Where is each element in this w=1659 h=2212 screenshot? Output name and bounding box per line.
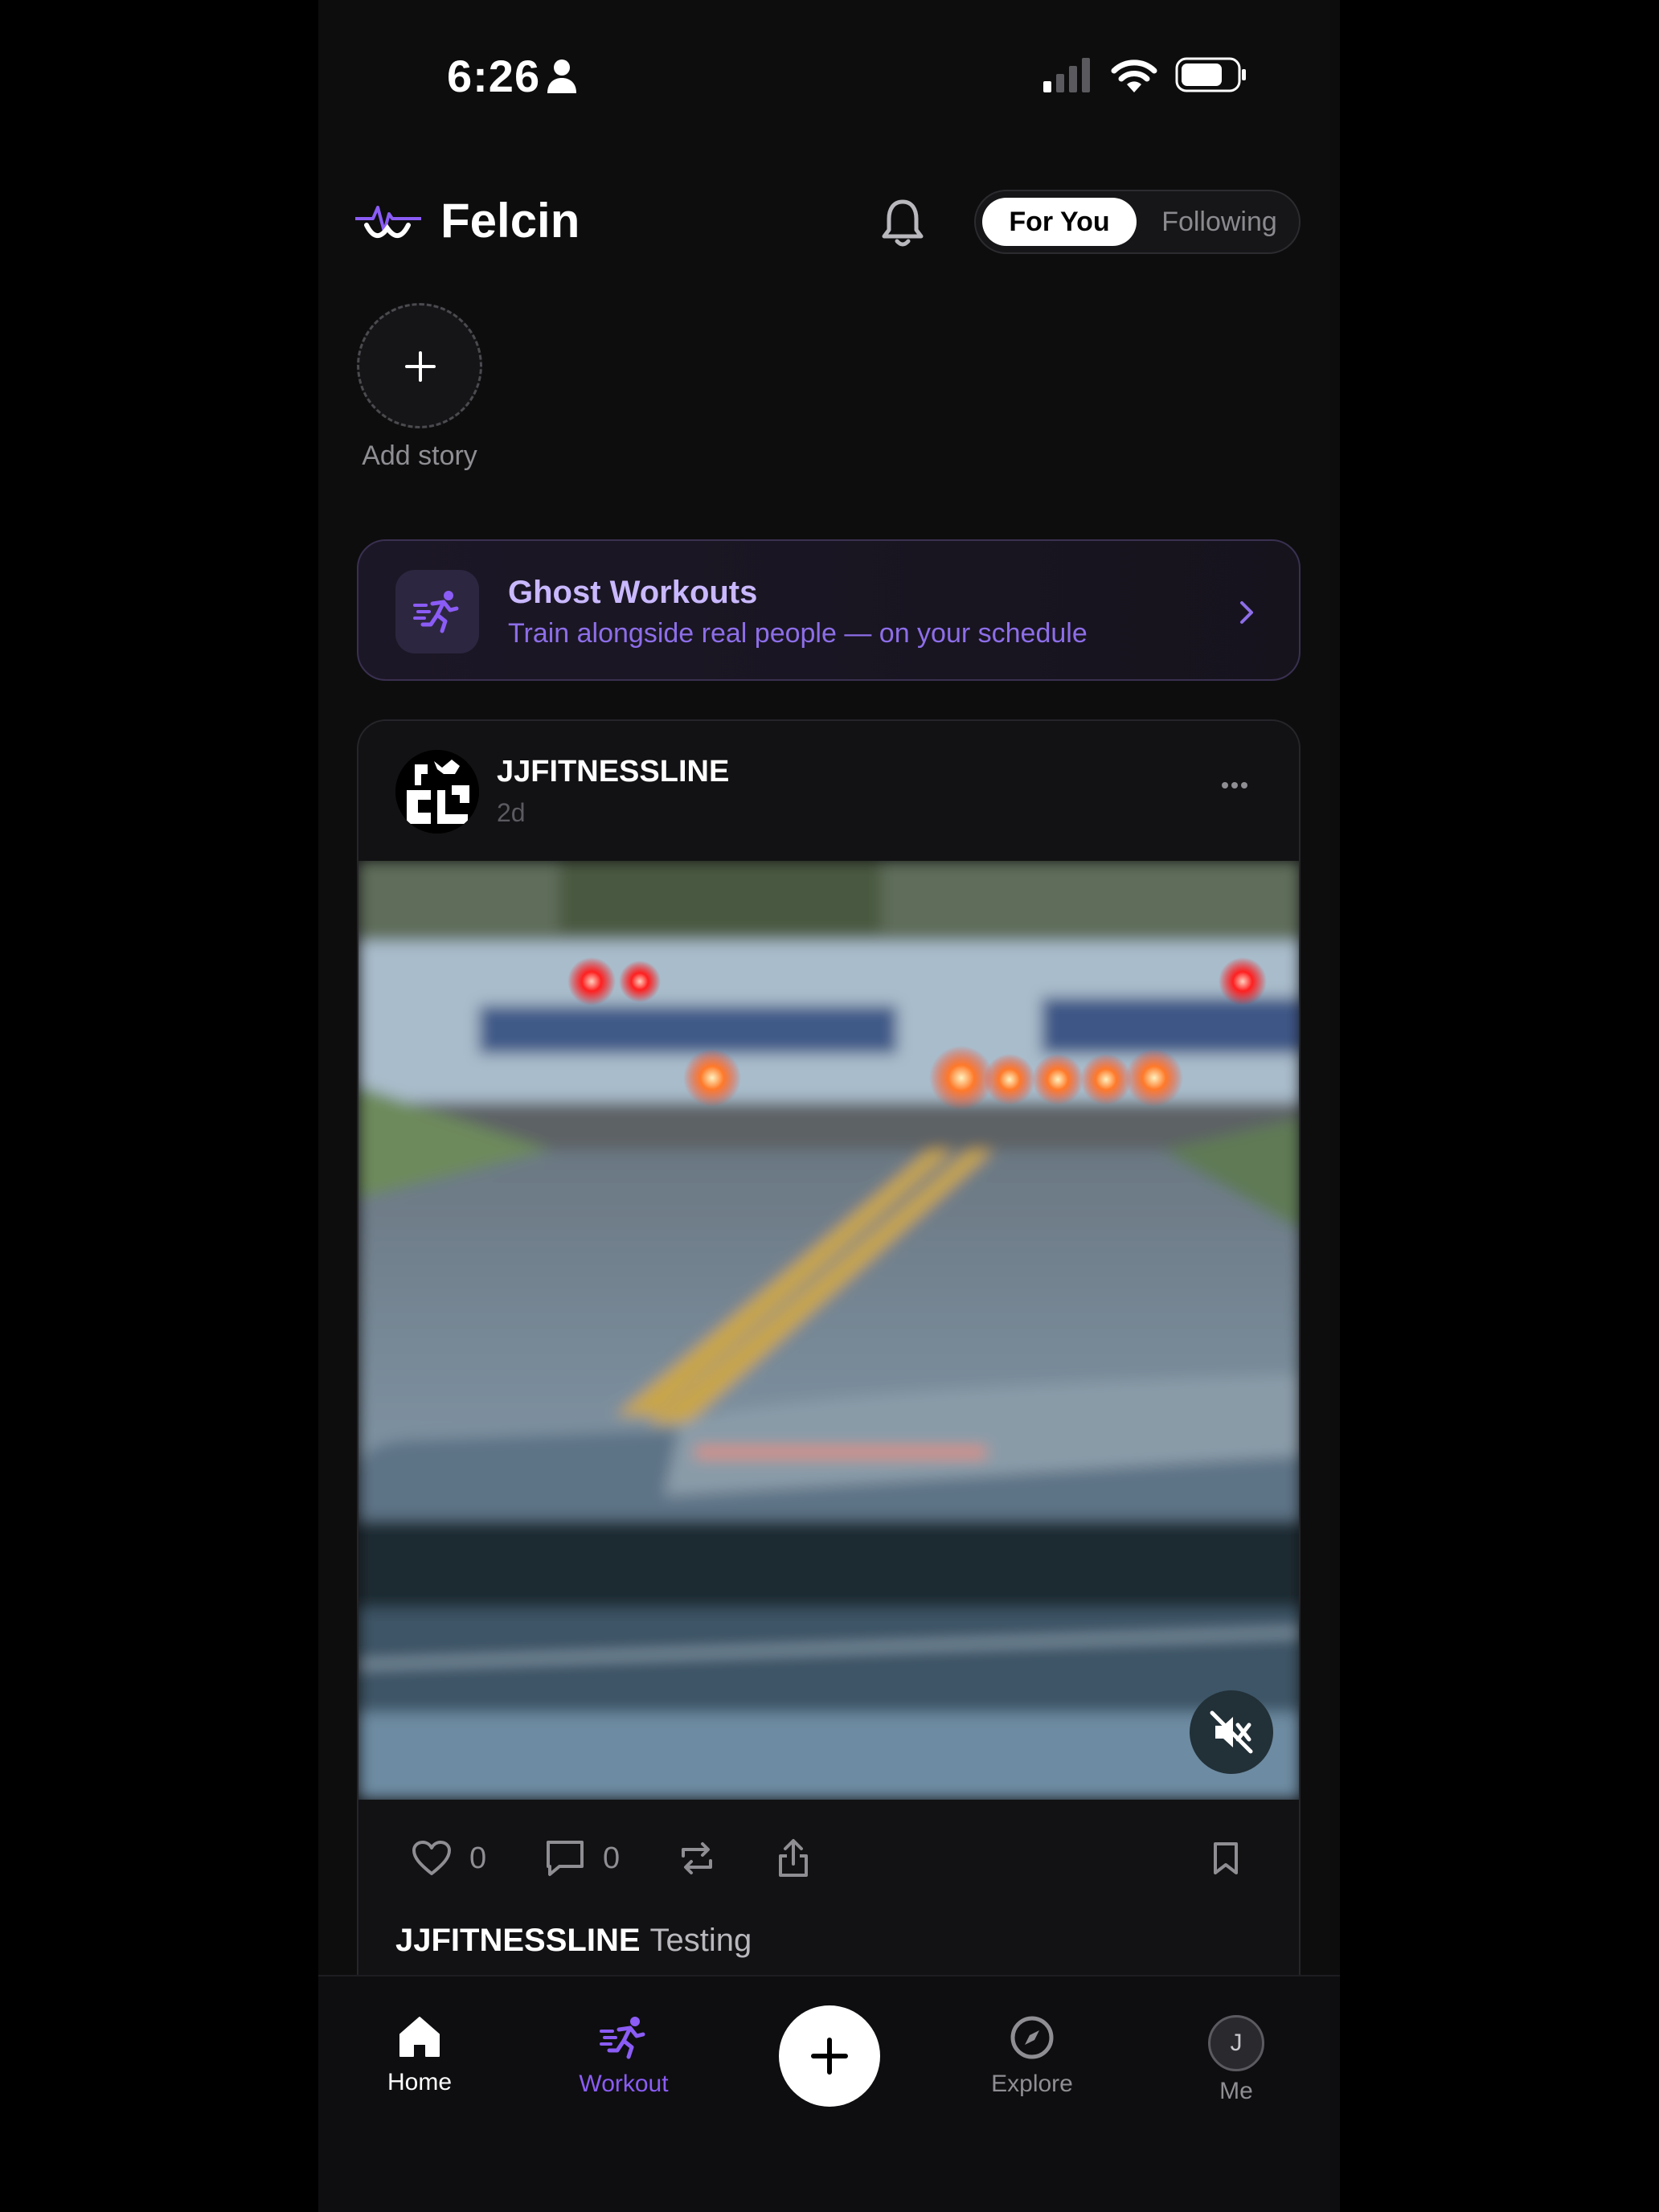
post-avatar[interactable] — [395, 750, 479, 834]
create-post-button[interactable] — [779, 2005, 880, 2107]
battery-icon — [1175, 57, 1246, 92]
share-action[interactable] — [776, 1830, 810, 1886]
banner-title: Ghost Workouts — [508, 575, 758, 610]
mute-button[interactable] — [1190, 1690, 1273, 1774]
felcin-logo-icon — [355, 206, 421, 238]
app-screen: 6:26 Felcin For You Following Add story … — [318, 0, 1340, 2212]
bell-icon[interactable] — [881, 198, 924, 248]
caption-username[interactable]: JJFITNESSLINE — [395, 1923, 641, 1958]
like-count: 0 — [469, 1841, 487, 1875]
chevron-right-icon — [1240, 601, 1253, 624]
signal-icon — [1043, 58, 1090, 92]
person-icon — [547, 59, 576, 93]
post-username[interactable]: JJFITNESSLINE — [497, 755, 729, 789]
post-actions: 0 0 — [358, 1830, 1299, 1886]
add-story-label: Add story — [362, 440, 477, 471]
status-indicators — [1042, 55, 1247, 95]
tab-home[interactable]: Home — [339, 2015, 500, 2096]
tab-following[interactable]: Following — [1143, 198, 1296, 246]
tab-workout[interactable]: Workout — [543, 2015, 704, 2098]
repost-action[interactable] — [678, 1830, 715, 1886]
tab-home-label: Home — [387, 2069, 453, 2095]
post-video[interactable] — [358, 861, 1301, 1800]
bookmark-icon — [1214, 1842, 1238, 1874]
post-timestamp: 2d — [497, 798, 526, 827]
feed-toggle: For You Following — [974, 190, 1301, 254]
home-icon — [399, 2017, 440, 2057]
comment-icon — [547, 1841, 584, 1876]
bottom-tab-bar: Home Workout Explore J Me — [318, 1975, 1340, 2212]
wifi-icon — [1111, 59, 1157, 92]
banner-subtitle: Train alongside real people — on your sc… — [508, 618, 1088, 649]
caption-text: Testing — [649, 1923, 752, 1958]
share-icon — [779, 1839, 808, 1877]
profile-avatar: J — [1208, 2015, 1264, 2071]
post-caption: JJFITNESSLINE Testing — [395, 1923, 752, 1959]
comment-count: 0 — [603, 1841, 621, 1875]
plus-icon — [811, 2038, 848, 2075]
tab-explore[interactable]: Explore — [952, 2015, 1112, 2098]
more-options-icon[interactable] — [1219, 779, 1251, 792]
like-action[interactable]: 0 — [412, 1830, 486, 1886]
ghost-workouts-banner[interactable]: Ghost Workouts Train alongside real peop… — [357, 539, 1301, 681]
tab-me-label: Me — [1219, 2078, 1253, 2104]
brand-logo-icon — [395, 750, 479, 834]
repost-icon — [682, 1842, 712, 1874]
bookmark-action[interactable] — [1212, 1830, 1239, 1886]
tab-for-you[interactable]: For You — [982, 198, 1137, 246]
tab-explore-label: Explore — [991, 2071, 1073, 2097]
ghost-workout-icon-tile — [395, 570, 479, 653]
running-person-icon — [413, 591, 459, 633]
plus-icon — [405, 351, 436, 382]
speaker-muted-icon — [1210, 1710, 1253, 1754]
add-story-button[interactable] — [357, 303, 482, 428]
app-title: Felcin — [440, 194, 580, 248]
tab-me[interactable]: J Me — [1156, 2015, 1317, 2105]
heart-icon — [412, 1841, 451, 1875]
compass-icon — [1010, 2016, 1054, 2059]
post-card: JJFITNESSLINE 2d 0 0 JJFITNESSLINE Testi… — [357, 719, 1301, 2005]
status-time: 6:26 — [447, 51, 541, 101]
tab-workout-label: Workout — [579, 2071, 669, 2097]
running-person-icon — [600, 2017, 645, 2059]
comment-action[interactable]: 0 — [545, 1830, 620, 1886]
